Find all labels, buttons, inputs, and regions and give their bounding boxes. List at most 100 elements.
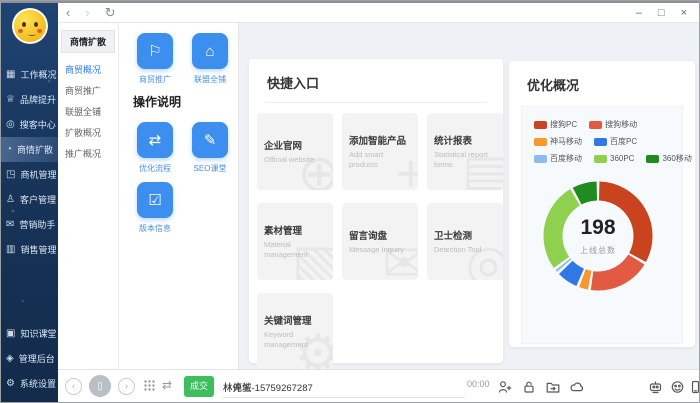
avatar-cheek (36, 29, 42, 33)
quick-card-title: 素材管理 (264, 226, 303, 238)
sidebar-item-brand[interactable]: ♕ 品牌提升 (1, 87, 58, 112)
submenu-item[interactable]: 商贸推广 (58, 80, 118, 101)
legend-label: 百度PC (610, 137, 638, 146)
quick-entry-card: 快捷入口 ⊕企业官网Official website+添加智能产品Add sma… (249, 59, 503, 370)
sidebar-item-settings[interactable]: ⚙ 系统设置 (1, 371, 58, 396)
sidebar-item-label: 系统设置 (19, 379, 56, 389)
tool-tile-seo-class[interactable]: ✎ SEO课堂 (188, 122, 232, 174)
quick-card-message[interactable]: ✉留言询盘Message Inquiry (342, 203, 418, 280)
knowledge-icon: ▣ (6, 328, 16, 339)
donut-segment-360移动 (572, 181, 598, 205)
donut-chart: 198 上线总数 (532, 170, 664, 302)
sidebar-footer-menu: ▣ 知识课堂 ◈ 管理后台 ⚙ 系统设置 (1, 321, 58, 396)
legend-row: 百度移动 360PC 360移动 (534, 153, 692, 164)
back-icon[interactable]: ‹ (66, 4, 70, 22)
legend-swatch (594, 154, 607, 163)
dial-button[interactable]: ▯ (89, 375, 111, 397)
legend-label: 360移动 (662, 154, 692, 163)
quick-card-product[interactable]: +添加智能产品Add smart products (342, 113, 418, 190)
sidebar-item-admin[interactable]: ◈ 管理后台 (1, 346, 58, 371)
tools-panel: ⚐ 商贸推广 ⌂ 联盟全铺 操作说明 ⇄ 优化流程 ✎ SEO课堂 ☑ 版本信息 (119, 23, 239, 369)
legend-swatch (534, 137, 547, 146)
sidebar-item-label: 销售管理 (20, 245, 57, 255)
optimize-card: 优化概况 搜狗PC 搜狗移动 神马移动 百度PC 百度移动 360PC 360移动 198 … (509, 61, 695, 347)
sidebar-item-label: 知识课堂 (20, 329, 57, 339)
quick-card-website[interactable]: ⊕企业官网Official website (257, 113, 333, 190)
legend-row: 神马移动 百度PC (534, 136, 682, 147)
deal-status-badge[interactable]: 成交 (184, 376, 215, 397)
sidebar-item-label: 客户管理 (19, 195, 56, 205)
sidebar-item-marketing[interactable]: ✉ 营销助手 (1, 212, 58, 237)
avatar[interactable] (11, 8, 48, 44)
legend-item: 神马移动 (534, 136, 582, 147)
app-window: ▦ 工作概况 ♕ 品牌提升 ◎ 搜客中心 ◔ 商情扩散 ◳ 商机管理 ♙ 客户管理 ✉ 营销助手 ▥ 销售管理… (0, 0, 700, 403)
loop-icon[interactable]: ⇄ (162, 378, 172, 392)
submenu-item[interactable]: 推广概况 (58, 143, 118, 164)
quick-card-detection[interactable]: ◎卫士检测Detection Tool (427, 203, 503, 280)
legend-swatch (589, 120, 603, 129)
legend-swatch (594, 137, 607, 146)
optimize-panel: 搜狗PC 搜狗移动 神马移动 百度PC 百度移动 360PC 360移动 198 上线总数 (521, 106, 692, 344)
avatar-mouth (27, 32, 36, 36)
sidebar-item-label: 工作概况 (20, 70, 57, 80)
optimize-title: 优化概况 (527, 78, 580, 93)
call-timer: 00:00 (467, 379, 490, 389)
promotion-icon: ◔ (6, 144, 13, 155)
quick-card-material[interactable]: ▧素材管理Material management (257, 203, 333, 280)
forward-icon[interactable]: › (85, 4, 89, 22)
sidebar-item-knowledge[interactable]: ▣ 知识课堂 (1, 321, 58, 346)
tool-tile-version-info[interactable]: ☑ 版本信息 (133, 182, 177, 234)
quick-entry-title: 快捷入口 (267, 76, 320, 91)
nav-buttons: ‹ › ↻ (58, 4, 116, 22)
tool-tile-alliance-shop[interactable]: ⌂ 联盟全铺 (188, 33, 232, 85)
titlebar: ‹ › ↻ – □ × (58, 3, 699, 23)
window-top-border (1, 1, 699, 3)
sidebar-item-promotion[interactable]: ◔ 商情扩散 (1, 137, 58, 162)
sidebar-item-label: 营销助手 (19, 220, 56, 230)
maximize-button[interactable]: □ (658, 4, 665, 22)
tool-tile-label: 商贸推广 (139, 75, 171, 84)
quick-card-subtitle: Material management (264, 240, 308, 259)
legend-item: 百度PC (594, 136, 637, 147)
sidebar-menu: ▦ 工作概况 ♕ 品牌提升 ◎ 搜客中心 ◔ 商情扩散 ◳ 商机管理 ♙ 客户管理 ✉ 营销助手 ▥ 销售管理 (1, 62, 58, 262)
legend-swatch (534, 154, 547, 163)
tool-tile-label: 版本信息 (139, 224, 171, 233)
sidebar-item-work-overview[interactable]: ▦ 工作概况 (1, 62, 58, 87)
call-prev-button[interactable]: ‹ (65, 378, 82, 395)
tiles-mid: ⇄ 优化流程 ✎ SEO课堂 (133, 122, 238, 174)
submenu-item[interactable]: 商贸概况 (58, 59, 118, 80)
sidebar-item-opportunity[interactable]: ◳ 商机管理 (1, 162, 58, 187)
tool-tile-label: SEO课堂 (193, 164, 227, 173)
refresh-icon[interactable]: ↻ (105, 4, 116, 22)
seo-class-icon: ✎ (192, 122, 228, 158)
sidebar: ▦ 工作概况 ♕ 品牌提升 ◎ 搜客中心 ◔ 商情扩散 ◳ 商机管理 ♙ 客户管理 ✉ 营销助手 ▥ 销售管理… (1, 1, 58, 402)
submenu-item[interactable]: 联盟全铺 (58, 101, 118, 122)
legend-label: 百度移动 (550, 154, 582, 163)
tool-tile-label: 联盟全铺 (194, 75, 226, 84)
donut-segment-360PC (543, 189, 581, 268)
submenu-header: 商情扩散 (61, 30, 115, 53)
sidebar-item-customer[interactable]: ♙ 客户管理 (1, 187, 58, 212)
call-next-button[interactable]: › (118, 378, 135, 395)
quick-card-title: 关键词管理 (264, 316, 312, 328)
submenu-item[interactable]: 扩散概况 (58, 122, 118, 143)
close-button[interactable]: × (681, 4, 687, 22)
sidebar-item-label: 搜客中心 (19, 120, 56, 130)
sidebar-item-sales[interactable]: ▥ 销售管理 (1, 237, 58, 262)
sidebar-item-search-center[interactable]: ◎ 搜客中心 (1, 112, 58, 137)
customer-icon: ♙ (6, 194, 15, 205)
quick-card-title: 卫士检测 (434, 231, 473, 243)
window-controls: – □ × (636, 4, 699, 22)
quick-card-keyword[interactable]: ⚙关键词管理Keyword management (257, 293, 333, 370)
tool-tile-trade-promo[interactable]: ⚐ 商贸推广 (133, 33, 177, 85)
sales-icon: ▥ (6, 244, 16, 255)
tool-tile-optimize-flow[interactable]: ⇄ 优化流程 (133, 122, 177, 174)
marketing-icon: ✉ (6, 219, 15, 230)
optimize-flow-icon: ⇄ (137, 122, 173, 158)
submenu-list: 商贸概况 商贸推广 联盟全铺 扩散概况 推广概况 (58, 59, 118, 164)
quick-card-report[interactable]: ▤统计报表Statistical report forms (427, 113, 503, 190)
admin-icon: ◈ (6, 353, 14, 364)
legend-item: 360移动 (646, 153, 692, 164)
minimize-button[interactable]: – (636, 4, 642, 22)
